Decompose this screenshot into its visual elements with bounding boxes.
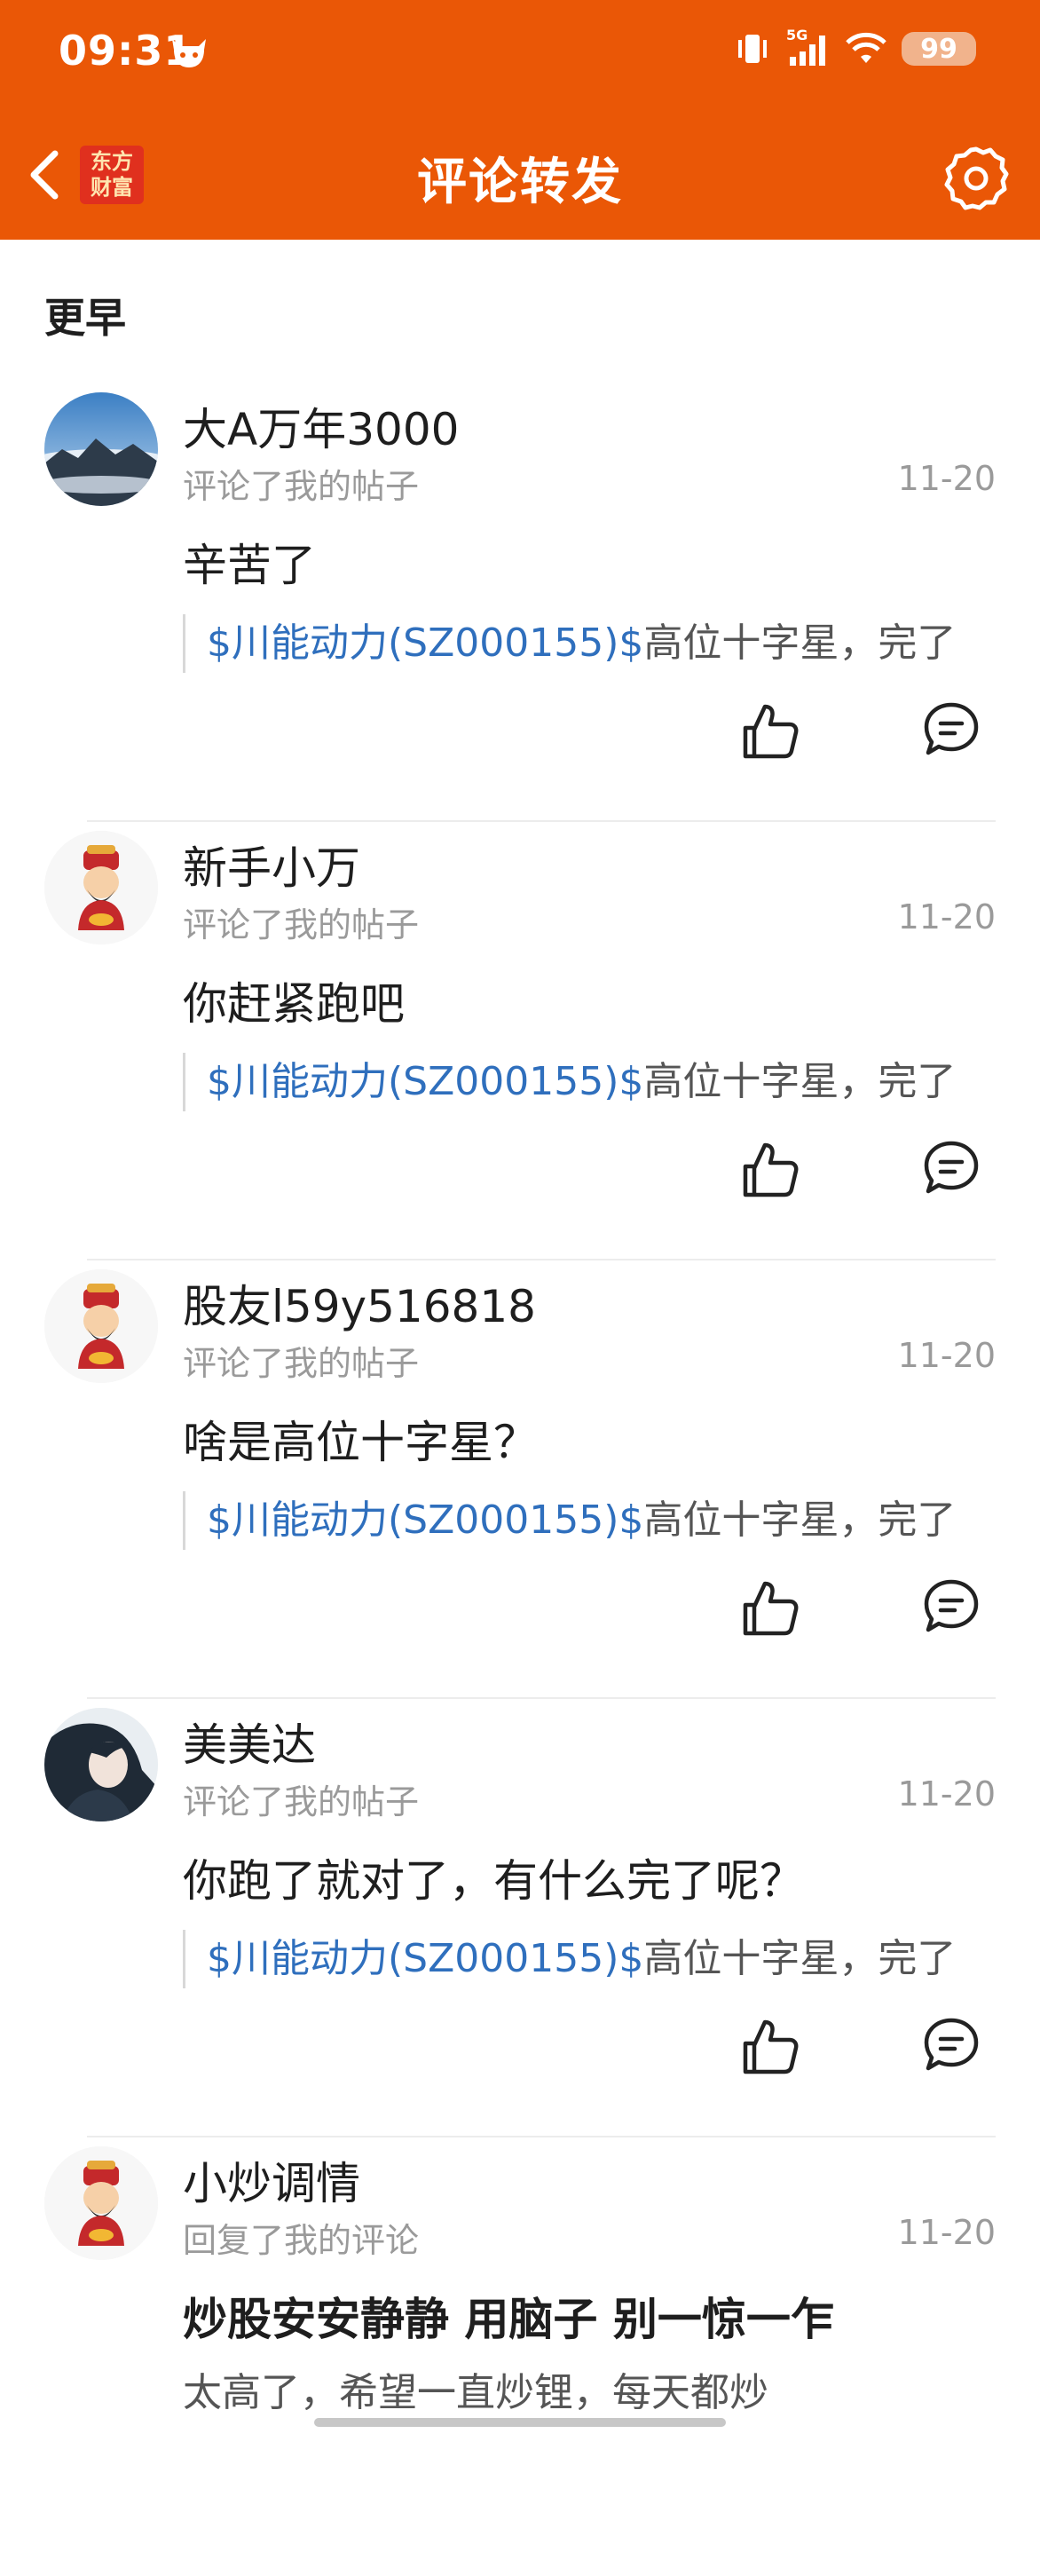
stock-link[interactable]: $川能动力(SZ000155)$ bbox=[207, 1497, 643, 1543]
stock-link[interactable]: $川能动力(SZ000155)$ bbox=[207, 1936, 643, 1981]
bull-icon bbox=[172, 39, 206, 67]
date: 11-20 bbox=[897, 1336, 996, 1375]
vibrate-icon bbox=[738, 35, 767, 63]
signal-indicator: 5G bbox=[786, 27, 831, 67]
gear-icon bbox=[944, 146, 1009, 210]
thumbs-up-icon[interactable] bbox=[738, 2015, 800, 2077]
comment-text[interactable]: 你跑了就对了，有什么完了呢？ bbox=[183, 1845, 804, 1909]
comment-text[interactable]: 啥是高位十字星？ bbox=[183, 1407, 538, 1471]
notification-item[interactable]: 大A万年3000 评论了我的帖子 11-20 辛苦了 $川能动力(SZ00015… bbox=[0, 383, 1040, 822]
action-text: 评论了我的帖子 bbox=[183, 1782, 420, 1821]
avatar[interactable] bbox=[44, 1269, 158, 1383]
notification-list: 大A万年3000 评论了我的帖子 11-20 辛苦了 $川能动力(SZ00015… bbox=[0, 383, 1040, 2576]
notification-item[interactable]: 新手小万 评论了我的帖子 11-20 你赶紧跑吧 $川能动力(SZ000155)… bbox=[0, 822, 1040, 1260]
avatar[interactable] bbox=[44, 2146, 158, 2260]
action-text: 评论了我的帖子 bbox=[183, 1344, 420, 1383]
mountain-landscape-avatar bbox=[44, 392, 158, 506]
fortune-god-avatar bbox=[44, 2146, 158, 2260]
action-text: 回复了我的评论 bbox=[183, 2221, 420, 2260]
thumbs-up-icon[interactable] bbox=[738, 1138, 800, 1200]
settings-button[interactable] bbox=[941, 142, 1012, 213]
cellular-signal-icon bbox=[790, 36, 825, 66]
date: 11-20 bbox=[897, 459, 996, 498]
username[interactable]: 新手小万 bbox=[183, 833, 360, 897]
date: 11-20 bbox=[897, 1774, 996, 1813]
section-title: 更早 bbox=[44, 294, 126, 342]
comment-text[interactable]: 炒股安安静静 用脑子 别一惊一乍 bbox=[183, 2284, 835, 2348]
username[interactable]: 小炒调情 bbox=[183, 2148, 360, 2212]
person-photo-avatar bbox=[44, 1708, 158, 1821]
top-header: 09:31 5G 99 东方 财富 评论转发 bbox=[0, 0, 1040, 240]
quoted-comment[interactable]: 太高了，希望一直炒锂，每天都炒 bbox=[183, 2364, 768, 2422]
quoted-post[interactable]: $川能动力(SZ000155)$高位十字星，完了 bbox=[183, 614, 956, 673]
wifi-icon bbox=[846, 32, 886, 63]
notification-item[interactable]: 美美达 评论了我的帖子 11-20 你跑了就对了，有什么完了呢？ $川能动力(S… bbox=[0, 1699, 1040, 2137]
avatar[interactable] bbox=[44, 831, 158, 944]
comment-text[interactable]: 你赶紧跑吧 bbox=[183, 968, 405, 1032]
fortune-god-avatar bbox=[44, 831, 158, 944]
thumbs-up-icon[interactable] bbox=[738, 1576, 800, 1639]
quote-text: 高位十字星，完了 bbox=[643, 1497, 957, 1543]
username[interactable]: 美美达 bbox=[183, 1710, 316, 1774]
comment-bubble-icon[interactable] bbox=[921, 2015, 981, 2075]
quoted-post[interactable]: $川能动力(SZ000155)$高位十字星，完了 bbox=[183, 1053, 956, 1111]
status-icons: 5G 99 bbox=[733, 27, 976, 67]
home-indicator[interactable] bbox=[314, 2418, 726, 2427]
quote-text: 高位十字星，完了 bbox=[643, 620, 957, 666]
username[interactable]: 股友l59y516818 bbox=[183, 1271, 536, 1335]
fortune-god-avatar bbox=[44, 1269, 158, 1383]
stock-link[interactable]: $川能动力(SZ000155)$ bbox=[207, 620, 643, 666]
quote-text: 高位十字星，完了 bbox=[643, 1936, 957, 1981]
comment-bubble-icon[interactable] bbox=[921, 1576, 981, 1637]
quote-text: 高位十字星，完了 bbox=[643, 1059, 957, 1104]
comment-bubble-icon[interactable] bbox=[921, 1138, 981, 1198]
comment-text[interactable]: 辛苦了 bbox=[183, 530, 316, 594]
notification-item[interactable]: 小炒调情 回复了我的评论 11-20 炒股安安静静 用脑子 别一惊一乍 太高了，… bbox=[0, 2137, 1040, 2576]
quoted-post[interactable]: $川能动力(SZ000155)$高位十字星，完了 bbox=[183, 1491, 956, 1550]
action-text: 评论了我的帖子 bbox=[183, 905, 420, 944]
notification-item[interactable]: 股友l59y516818 评论了我的帖子 11-20 啥是高位十字星？ $川能动… bbox=[0, 1260, 1040, 1699]
stock-link[interactable]: $川能动力(SZ000155)$ bbox=[207, 1059, 643, 1104]
avatar[interactable] bbox=[44, 1708, 158, 1821]
comment-bubble-icon[interactable] bbox=[921, 699, 981, 760]
date: 11-20 bbox=[897, 897, 996, 936]
quoted-post[interactable]: $川能动力(SZ000155)$高位十字星，完了 bbox=[183, 1930, 956, 1988]
action-text: 评论了我的帖子 bbox=[183, 467, 420, 506]
avatar[interactable] bbox=[44, 392, 158, 506]
date: 11-20 bbox=[897, 2213, 996, 2252]
thumbs-up-icon[interactable] bbox=[738, 699, 800, 762]
battery-indicator: 99 bbox=[902, 32, 976, 66]
page-title: 评论转发 bbox=[417, 154, 623, 211]
username[interactable]: 大A万年3000 bbox=[183, 394, 459, 458]
